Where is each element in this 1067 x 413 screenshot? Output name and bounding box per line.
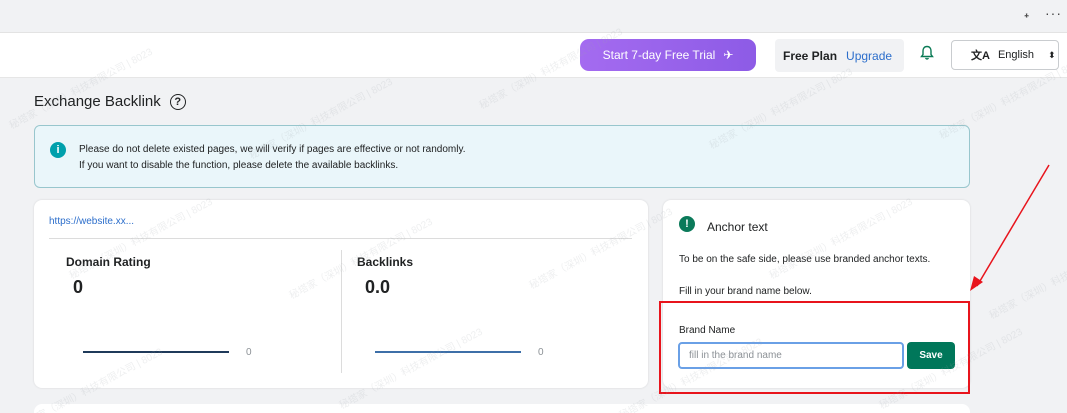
trial-button-label: Start 7-day Free Trial xyxy=(602,48,716,62)
domain-rating-sparkline xyxy=(83,351,229,353)
backlinks-value: 0.0 xyxy=(365,277,391,297)
bell-icon[interactable] xyxy=(918,45,936,63)
annotation-highlight-box xyxy=(659,301,970,394)
backlinks-label: Backlinks xyxy=(357,255,414,269)
select-chevron-icon: ⬍ xyxy=(1048,49,1056,60)
domain-rating-label: Domain Rating xyxy=(66,255,151,269)
page-title: Exchange Backlink ? xyxy=(34,93,186,110)
annotation-arrow-icon xyxy=(970,164,1050,291)
page-title-text: Exchange Backlink xyxy=(34,93,161,110)
site-url-link[interactable]: https://website.xx... xyxy=(49,216,134,227)
browser-top-strip: ᛭ ··· xyxy=(0,0,1067,33)
backlinks-spark-end: 0 xyxy=(538,347,544,358)
plan-box: Free Plan Upgrade xyxy=(775,39,904,72)
card-divider xyxy=(49,238,632,239)
alert-icon: ! xyxy=(679,216,695,232)
anchor-hint-1: To be on the safe side, please use brand… xyxy=(679,254,931,265)
start-trial-button[interactable]: Start 7-day Free Trial ✈ xyxy=(580,39,756,71)
banner-line-2: If you want to disable the function, ple… xyxy=(79,160,399,171)
upgrade-link[interactable]: Upgrade xyxy=(846,49,892,63)
banner-line-1: Please do not delete existed pages, we w… xyxy=(79,144,466,155)
domain-rating-value: 0 xyxy=(73,277,84,297)
pin-icon[interactable]: ᛭ xyxy=(1023,9,1030,23)
language-select[interactable]: 文A English ⬍ xyxy=(951,40,1059,70)
translate-icon: 文A xyxy=(971,50,990,62)
info-icon: i xyxy=(50,142,66,158)
anchor-hint-2: Fill in your brand name below. xyxy=(679,286,812,297)
domain-rating-spark-end: 0 xyxy=(246,347,252,358)
language-value: English xyxy=(997,49,1035,61)
next-card xyxy=(34,404,970,413)
bell-icon-svg xyxy=(920,45,934,60)
plan-label: Free Plan xyxy=(783,48,838,63)
info-banner: i Please do not delete existed pages, we… xyxy=(34,125,970,188)
rocket-icon: ✈ xyxy=(723,48,734,62)
question-circle-icon[interactable]: ? xyxy=(169,93,186,110)
backlinks-sparkline xyxy=(375,351,521,353)
more-dots-icon[interactable]: ··· xyxy=(1045,5,1062,21)
stats-vertical-divider xyxy=(341,250,342,373)
stats-card: https://website.xx... Domain Rating 0 0 … xyxy=(34,200,648,388)
anchor-card-title: Anchor text xyxy=(707,220,768,234)
app-header: Start 7-day Free Trial ✈ Free Plan Upgra… xyxy=(0,33,1067,78)
